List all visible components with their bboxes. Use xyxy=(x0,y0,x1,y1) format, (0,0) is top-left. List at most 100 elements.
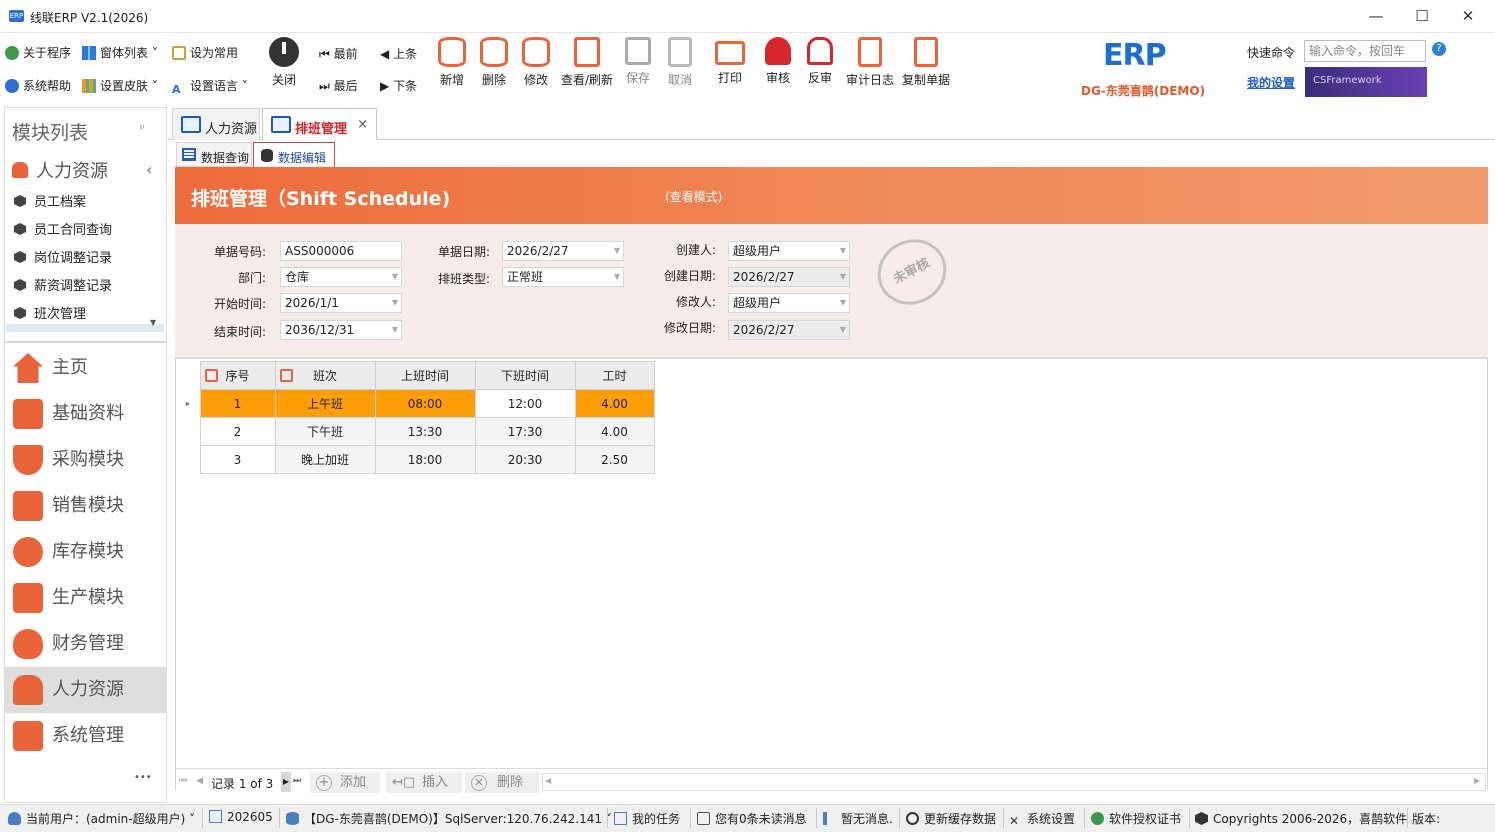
cell-end[interactable]: 20:30 xyxy=(474,445,576,474)
modifier-field[interactable]: 超级用户 ▼ xyxy=(728,293,850,313)
cell-shift[interactable]: 晚上加班 xyxy=(274,445,376,474)
module-finance[interactable]: 财务管理 xyxy=(5,621,166,667)
cell-hours[interactable]: 2.50 xyxy=(574,445,655,474)
start-time-field[interactable]: 2026/1/1 ▼ xyxy=(280,293,402,313)
col-header-seq[interactable]: 序号 xyxy=(199,361,276,390)
module-production[interactable]: 生产模块 xyxy=(5,575,166,621)
approve-button[interactable]: 审核 xyxy=(760,37,796,97)
sidebar-item-shift-management[interactable]: 班次管理 xyxy=(14,303,86,322)
close-tab-icon[interactable]: × xyxy=(357,117,368,132)
tab-data-edit[interactable]: 数据编辑 xyxy=(253,142,335,167)
more-icon[interactable]: ••• xyxy=(134,772,152,783)
close-window-button[interactable]: ✕ xyxy=(1445,0,1491,32)
refresh-cache-button[interactable]: 更新缓存数据 xyxy=(906,810,996,827)
cell-start[interactable]: 18:00 xyxy=(374,445,476,474)
cell-start[interactable]: 13:30 xyxy=(374,417,476,446)
module-purchase[interactable]: 采购模块 xyxy=(5,437,166,483)
cell-hours[interactable]: 4.00 xyxy=(574,389,655,418)
pin-icon[interactable]: ᵖ xyxy=(140,122,145,135)
nav-prev-icon[interactable]: ◀ xyxy=(196,776,203,786)
end-time-field[interactable]: 2036/12/31 ▼ xyxy=(280,320,402,340)
save-button[interactable]: 保存 xyxy=(620,37,656,97)
col-header-shift[interactable]: 班次 xyxy=(274,361,376,390)
unread-messages-status[interactable]: 您有0条未读消息 xyxy=(697,810,807,827)
maximize-button[interactable]: ☐ xyxy=(1399,0,1445,32)
collapse-arrow-icon[interactable]: ‹ xyxy=(146,160,152,179)
audit-log-button[interactable]: 审计日志 xyxy=(844,37,896,97)
print-button[interactable]: 打印 xyxy=(710,37,750,97)
scroll-right-icon[interactable]: ▶ xyxy=(1474,776,1480,785)
nav-last-icon[interactable]: ⏭ xyxy=(293,776,301,786)
table-row[interactable]: 3 晚上加班 18:00 20:30 2.50 xyxy=(176,445,655,474)
cell-end[interactable]: 12:00 xyxy=(474,389,576,418)
created-date-field[interactable]: 2026/2/27 ▼ xyxy=(728,267,850,287)
system-settings-button[interactable]: ✕ 系统设置 xyxy=(1009,810,1075,828)
last-button[interactable]: ⏭ 最后 xyxy=(319,77,358,94)
new-button[interactable]: 新增 xyxy=(432,37,472,97)
module-system[interactable]: 系统管理 xyxy=(5,713,166,759)
cell-seq[interactable]: 3 xyxy=(199,445,276,474)
cell-end[interactable]: 17:30 xyxy=(474,417,576,446)
doc-date-field[interactable]: 2026/2/27 ▼ xyxy=(502,241,624,261)
current-user-status[interactable]: 当前用户：(admin-超级用户) ˅ xyxy=(8,810,195,827)
sidebar-item-position-change[interactable]: 岗位调整记录 xyxy=(14,247,112,266)
table-row[interactable]: ▸ 1 上午班 08:00 12:00 4.00 xyxy=(176,389,655,418)
help-icon[interactable]: ? xyxy=(1432,42,1446,56)
license-button[interactable]: 软件授权证书 xyxy=(1091,810,1181,827)
nav-add-button[interactable]: + 添加 xyxy=(310,772,380,793)
my-settings-link[interactable]: 我的设置 xyxy=(1247,74,1295,91)
module-sales[interactable]: 销售模块 xyxy=(5,483,166,529)
cell-hours[interactable]: 4.00 xyxy=(574,417,655,446)
cell-shift[interactable]: 下午班 xyxy=(274,417,376,446)
next-button[interactable]: ▶ 下条 xyxy=(380,77,417,94)
module-inventory[interactable]: 库存模块 xyxy=(5,529,166,575)
modified-date-field[interactable]: 2026/2/27 ▼ xyxy=(728,320,850,340)
nav-next-icon[interactable]: ▶ xyxy=(281,772,291,792)
unapprove-button[interactable]: 反审 xyxy=(802,37,838,97)
help-button[interactable]: 系统帮助 xyxy=(5,77,71,94)
table-row[interactable]: 2 下午班 13:30 17:30 4.00 xyxy=(176,417,655,446)
sidebar-item-salary-change[interactable]: 薪资调整记录 xyxy=(14,275,112,294)
cell-shift[interactable]: 上午班 xyxy=(274,389,376,418)
module-home[interactable]: 主页 xyxy=(5,345,166,391)
shift-type-field[interactable]: 正常班 ▼ xyxy=(502,267,624,287)
nav-first-icon[interactable]: ⏮ xyxy=(179,776,187,786)
cell-seq[interactable]: 1 xyxy=(199,389,276,418)
prev-button[interactable]: ◀ 上条 xyxy=(380,45,417,62)
module-basic-data[interactable]: 基础资料 xyxy=(5,391,166,437)
set-common-button[interactable]: 设为常用 xyxy=(172,44,238,61)
nav-insert-button[interactable]: ↤□ 插入 xyxy=(386,772,462,793)
cancel-button[interactable]: 取消 xyxy=(662,37,698,97)
tab-hr[interactable]: 人力资源 xyxy=(172,108,260,140)
first-button[interactable]: ⏮ 最前 xyxy=(319,45,358,62)
doc-no-field[interactable]: ASS000006 xyxy=(280,241,402,261)
delete-button[interactable]: 删除 xyxy=(474,37,514,97)
skin-button[interactable]: 设置皮肤 ˅ xyxy=(82,77,158,94)
sidebar-item-employee-file[interactable]: 员工档案 xyxy=(14,191,86,210)
close-doc-button[interactable]: 关闭 xyxy=(266,37,302,97)
col-header-hours[interactable]: 工时 xyxy=(574,361,655,390)
col-header-end[interactable]: 下班时间 xyxy=(474,361,576,390)
view-refresh-button[interactable]: 查看/刷新 xyxy=(558,37,616,97)
cell-seq[interactable]: 2 xyxy=(199,417,276,446)
about-button[interactable]: 关于程序 xyxy=(5,44,71,61)
quick-command-input[interactable]: 输入命令，按回车 xyxy=(1304,40,1426,62)
tab-shift-management[interactable]: 排班管理 × xyxy=(262,108,377,140)
database-status[interactable]: 【DG-东莞喜鹊(DEMO)】SqlServer:120.76.242.141 … xyxy=(286,810,612,827)
horizontal-scrollbar[interactable] xyxy=(542,773,1486,791)
notice-status[interactable]: 暂无消息. xyxy=(823,810,893,827)
sidebar-group-hr[interactable]: 人力资源 xyxy=(12,157,108,183)
my-tasks-status[interactable]: 我的任务 xyxy=(614,810,680,827)
minimize-button[interactable]: — xyxy=(1353,0,1399,32)
nav-delete-button[interactable]: ✕ 删除 xyxy=(465,772,539,793)
sidebar-splitter[interactable] xyxy=(5,341,166,343)
sidebar-item-contract-query[interactable]: 员工合同查询 xyxy=(14,219,112,238)
creator-field[interactable]: 超级用户 ▼ xyxy=(728,241,850,261)
copy-doc-button[interactable]: 复制单据 xyxy=(900,37,952,97)
scroll-left-icon[interactable]: ◀ xyxy=(545,776,551,785)
col-header-start[interactable]: 上班时间 xyxy=(374,361,476,390)
cell-start[interactable]: 08:00 xyxy=(374,389,476,418)
edit-button[interactable]: 修改 xyxy=(516,37,556,97)
tab-data-query[interactable]: 数据查询 xyxy=(176,142,252,167)
window-list-button[interactable]: 窗体列表 ˅ xyxy=(82,44,158,61)
